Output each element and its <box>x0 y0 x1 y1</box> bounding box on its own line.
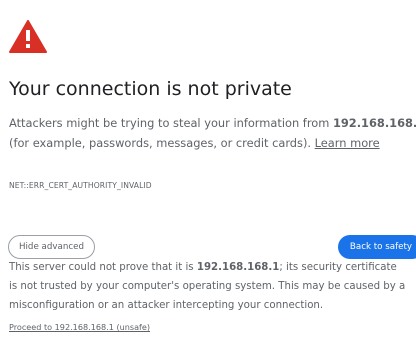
explanation-before: Attackers might be trying to steal your … <box>9 116 333 130</box>
learn-more-link[interactable]: Learn more <box>315 136 380 150</box>
explanation-text: Attackers might be trying to steal your … <box>9 113 416 153</box>
details-text: This server could not prove that it is 1… <box>9 258 407 315</box>
details-before: This server could not prove that it is <box>9 262 197 273</box>
proceed-unsafe-link[interactable]: Proceed to 192.168.168.1 (unsafe) <box>9 321 150 333</box>
error-code: NET::ERR_CERT_AUTHORITY_INVALID <box>9 181 152 190</box>
warning-triangle-icon <box>9 20 47 53</box>
back-to-safety-button[interactable]: Back to safety <box>338 235 416 259</box>
explanation-host: 192.168.168.1 <box>332 116 416 130</box>
hide-advanced-button[interactable]: Hide advanced <box>8 235 95 259</box>
page-title: Your connection is not private <box>9 78 292 100</box>
warning-triangle-svg <box>9 20 47 53</box>
details-host: 192.168.168.1 <box>196 262 280 273</box>
explanation-after: (for example, passwords, messages, or cr… <box>9 136 315 150</box>
